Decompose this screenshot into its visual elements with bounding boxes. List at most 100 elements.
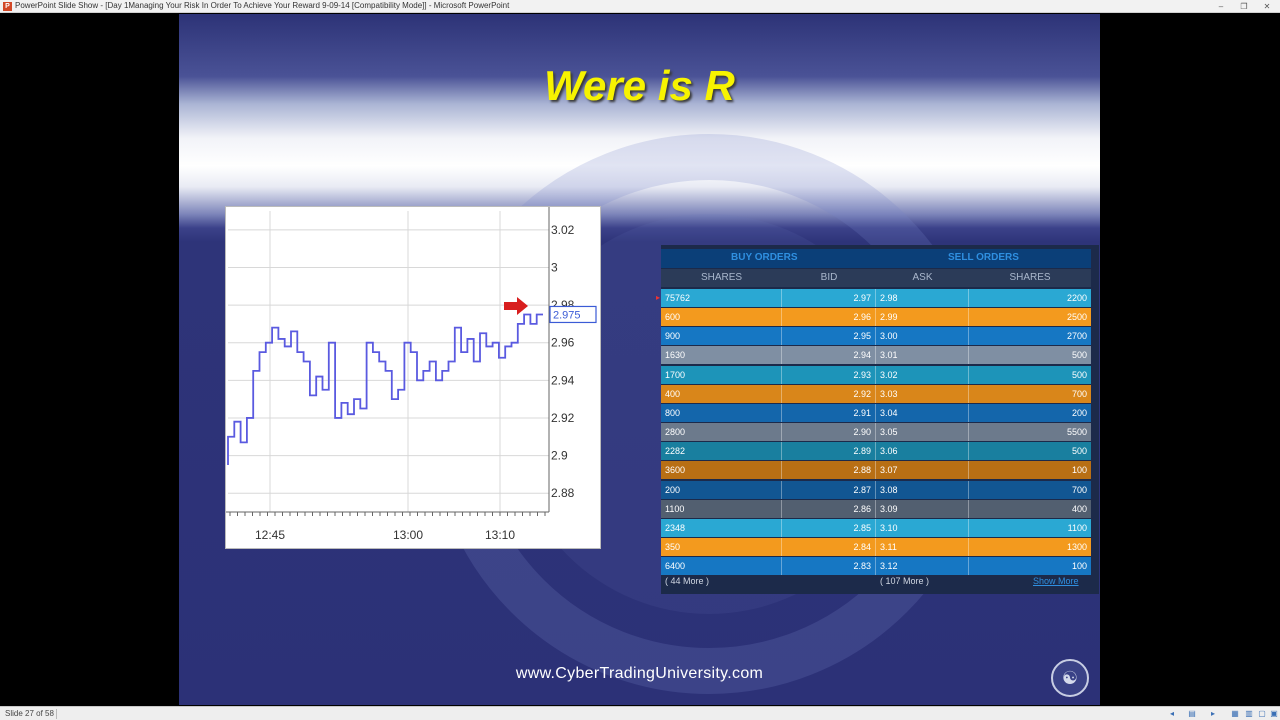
x-tick-label: 13:00: [393, 528, 423, 542]
slide[interactable]: Were is R 3.02 3 2.98 2.96 2.94 2.92 2.9 2.88 12…: [179, 14, 1100, 705]
bid-shares-cell: 3600: [661, 461, 782, 480]
status-bar: Slide 27 of 58 ◂ ▤ ▸ ▦ ▥ ▢ ▣: [0, 706, 1280, 720]
bid-shares-cell: 900: [661, 327, 782, 346]
ask-shares-cell: 2500: [1066, 312, 1087, 323]
show-more-link[interactable]: Show More: [1033, 576, 1079, 586]
bid-price-cell: 2.96: [782, 308, 876, 327]
order-book-row: 2282 2.89 3.06 500: [661, 442, 1091, 461]
previous-slide-icon[interactable]: ◂: [1166, 709, 1178, 719]
ask-more-count: ( 107 More ): [880, 576, 930, 586]
menu-icon[interactable]: ▤: [1186, 709, 1198, 719]
order-book-row: 200 2.87 3.08 700: [661, 480, 1091, 499]
bid-more-count: ( 44 More ): [665, 576, 710, 586]
minimize-button[interactable]: ‒: [1214, 1, 1228, 12]
ask-shares-cell: 500: [1071, 446, 1087, 457]
order-book-row: 800 2.91 3.04 200: [661, 403, 1091, 422]
restore-button[interactable]: ❐: [1237, 1, 1251, 12]
window-title: PowerPoint Slide Show - [Day 1Managing Y…: [15, 1, 510, 10]
ask-price-cell: 3.08: [876, 480, 969, 499]
order-book-row: 1700 2.93 3.02 500: [661, 365, 1091, 384]
bid-price-cell: 2.90: [782, 423, 876, 442]
brand-logo-icon: ☯: [1051, 659, 1089, 697]
sell-orders-label: SELL ORDERS: [948, 252, 1019, 263]
ask-price-cell: 3.02: [876, 365, 969, 384]
y-tick-label: 2.94: [551, 373, 575, 387]
ask-price-cell: 3.10: [876, 518, 969, 537]
close-button[interactable]: ✕: [1260, 1, 1274, 12]
col-bid-shares: SHARES: [700, 272, 743, 283]
bid-shares-cell: 2800: [661, 423, 782, 442]
bid-price-cell: 2.85: [782, 518, 876, 537]
slide-show-icon[interactable]: ▣: [1268, 709, 1280, 719]
ask-price-cell: 3.07: [876, 461, 969, 480]
bid-price-cell: 2.97: [782, 289, 876, 307]
y-tick-label: 2.9: [551, 449, 568, 463]
order-book-row: 2348 2.85 3.10 1100: [661, 518, 1091, 537]
bid-shares-cell: 400: [661, 384, 782, 403]
order-book-row: 1100 2.86 3.09 400: [661, 499, 1091, 518]
ask-shares-cell: 500: [1071, 350, 1087, 361]
ask-price-cell: 3.06: [876, 442, 969, 461]
y-tick-label: 3: [551, 260, 558, 274]
window-title-bar: P PowerPoint Slide Show - [Day 1Managing…: [0, 0, 1280, 13]
bid-shares-cell: 75762: [661, 289, 782, 307]
y-tick-label: 3.02: [551, 223, 575, 237]
ask-price-cell: 3.09: [876, 499, 969, 518]
order-book-row: 75762 2.97 2.98 2200: [661, 289, 1091, 307]
footer-url: www.CyberTradingUniversity.com: [515, 665, 764, 682]
ask-shares-cell: 1300: [1066, 541, 1087, 552]
bid-shares-cell: 1100: [661, 499, 782, 518]
ask-shares-cell: 5500: [1066, 427, 1087, 438]
next-slide-icon[interactable]: ▸: [1207, 709, 1219, 719]
ask-shares-cell: 2200: [1066, 293, 1087, 303]
ask-shares-cell: 200: [1071, 407, 1087, 418]
bid-shares-cell: 600: [661, 308, 782, 327]
order-book-row: 600 2.96 2.99 2500: [661, 308, 1091, 327]
ask-price-cell: 3.04: [876, 403, 969, 422]
bid-shares-cell: 350: [661, 537, 782, 556]
bid-price-cell: 2.92: [782, 384, 876, 403]
y-tick-label: 2.92: [551, 411, 575, 425]
bid-price-cell: 2.86: [782, 499, 876, 518]
ask-price-cell: 3.01: [876, 346, 969, 365]
ask-price-cell: 3.11: [876, 537, 969, 556]
slide-indicator: Slide 27 of 58: [5, 709, 54, 718]
y-tick-label: 2.96: [551, 336, 575, 350]
bid-shares-cell: 1700: [661, 365, 782, 384]
bid-shares-cell: 1630: [661, 346, 782, 365]
order-book-side-header: BUY ORDERS SELL ORDERS: [661, 249, 1091, 268]
normal-view-icon[interactable]: ▦: [1229, 709, 1241, 719]
powerpoint-icon: P: [3, 2, 12, 11]
bid-shares-cell: 800: [661, 403, 782, 422]
bid-shares-cell: 2348: [661, 518, 782, 537]
slide-sorter-icon[interactable]: ▥: [1243, 709, 1255, 719]
x-tick-label: 13:10: [485, 528, 515, 542]
bid-price-cell: 2.95: [782, 327, 876, 346]
order-book-row: 1630 2.94 3.01 500: [661, 346, 1091, 365]
ask-shares-cell: 700: [1071, 484, 1087, 495]
row-marker-icon: ▸: [656, 293, 661, 302]
col-bid: BID: [820, 272, 838, 283]
order-book-row: 3600 2.88 3.07 100: [661, 461, 1091, 480]
bid-price-cell: 2.84: [782, 537, 876, 556]
col-ask-shares: SHARES: [1009, 272, 1051, 283]
bid-shares-cell: 2282: [661, 442, 782, 461]
ask-price-cell: 3.03: [876, 384, 969, 403]
order-book-row: 900 2.95 3.00 2700: [661, 327, 1091, 346]
x-tick-label: 12:45: [255, 528, 285, 542]
order-book-row: 6400 2.83 3.12 100: [661, 557, 1091, 576]
ask-shares-cell: 700: [1071, 388, 1087, 399]
order-book-row: 2800 2.90 3.05 5500: [661, 423, 1091, 442]
slide-title: Were is R: [544, 62, 735, 109]
order-book-row: 350 2.84 3.11 1300: [661, 537, 1091, 556]
red-arrow-icon: [504, 297, 528, 315]
ask-shares-cell: 100: [1071, 465, 1087, 476]
ask-price-cell: 3.12: [876, 557, 969, 576]
bid-price-cell: 2.94: [782, 346, 876, 365]
bid-price-cell: 2.88: [782, 461, 876, 480]
ask-shares-cell: 400: [1071, 503, 1087, 514]
reading-view-icon[interactable]: ▢: [1256, 709, 1268, 719]
bid-price-cell: 2.91: [782, 403, 876, 422]
order-book: BUY ORDERS SELL ORDERS SHARES BID ASK SH…: [661, 245, 1099, 594]
ask-price-cell: 2.98: [876, 289, 969, 307]
